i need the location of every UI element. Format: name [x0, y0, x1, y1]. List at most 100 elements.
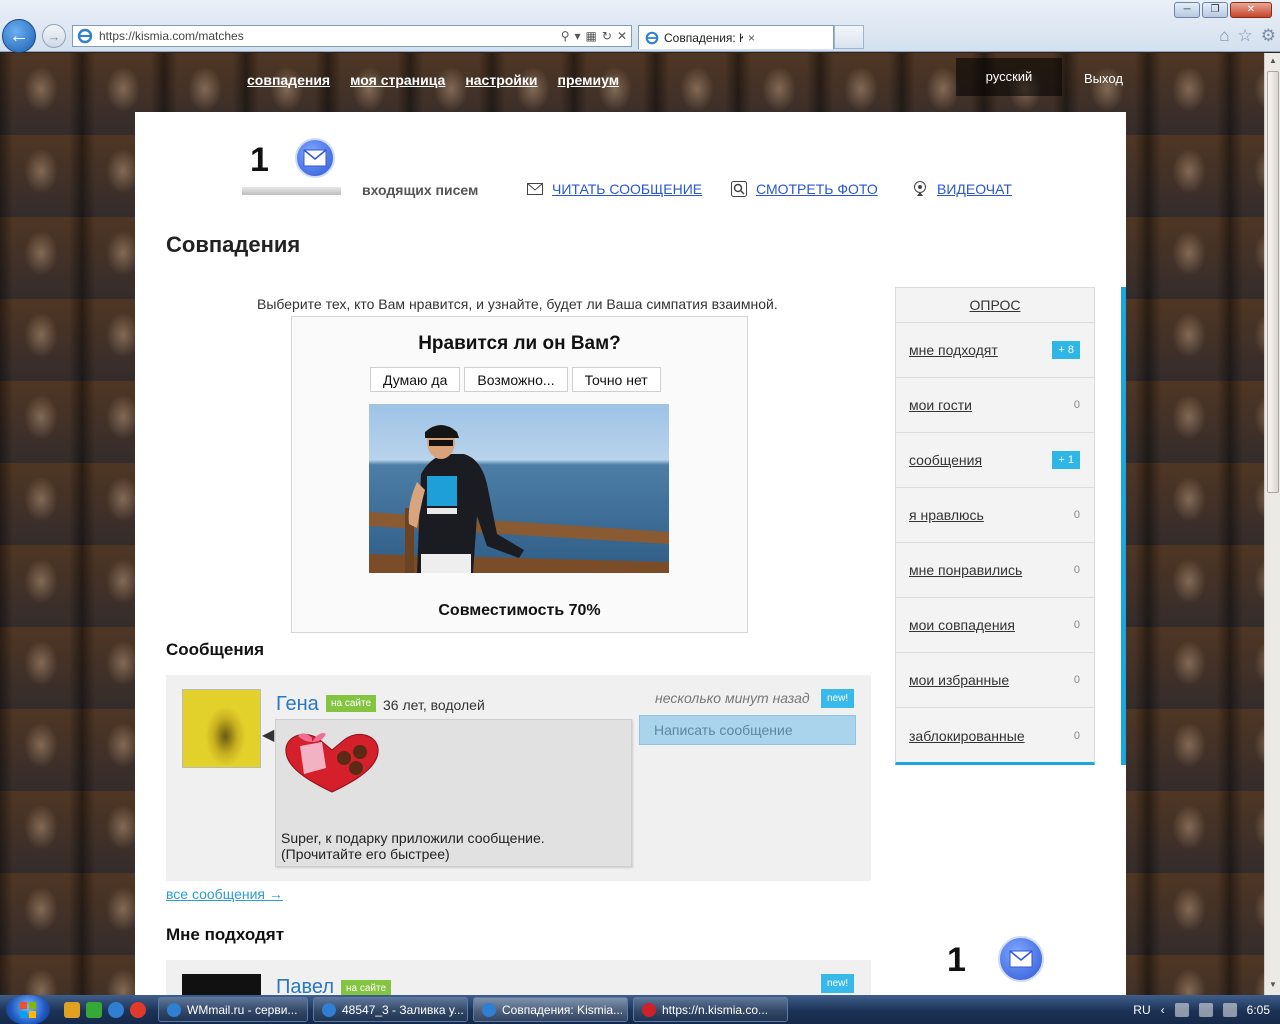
quiz-buttons: Думаю да Возможно... Точно нет [370, 367, 661, 392]
tab-kismia[interactable]: Совпадения: Kismia × [638, 25, 834, 49]
start-button[interactable] [6, 994, 50, 1024]
sidebar-item-my-matches[interactable]: мои совпадения 0 [896, 598, 1094, 653]
sidebar-item-liked-me[interactable]: я нравлюсь 0 [896, 488, 1094, 543]
message-item: Гена на сайте 36 лет, водолей несколько … [166, 675, 871, 881]
main-panel: 1 входящих писем ЧИТАТЬ СООБЩЕНИЕ СМОТРЕ… [135, 112, 1126, 995]
match-name[interactable]: Павел [276, 976, 334, 995]
nav-matches[interactable]: совпадения [247, 72, 330, 88]
yandex-icon[interactable] [130, 1001, 146, 1018]
webcam-icon [911, 181, 929, 197]
ie-tab-icon [645, 31, 659, 44]
home-icon[interactable]: ⌂ [1219, 26, 1229, 46]
sidebar-item-label[interactable]: мои избранные [909, 672, 1009, 688]
taskbar-item-kismia[interactable]: Совпадения: Kismia... [473, 997, 628, 1022]
clock[interactable]: 6:05 [1247, 1003, 1270, 1017]
compat-icon[interactable]: ▦ [586, 29, 597, 43]
count-badge: 0 [1073, 729, 1080, 742]
stop-icon[interactable]: ✕ [617, 29, 627, 43]
magnifier-icon [730, 181, 748, 197]
minimize-button[interactable]: ─ [1174, 2, 1200, 18]
sidebar: ОПРОС мне подходят + 8 мои гости 0 сообщ… [895, 287, 1095, 765]
count-badge: 0 [1073, 509, 1080, 521]
gear-icon[interactable]: ⚙ [1261, 26, 1276, 46]
ie-icon[interactable] [108, 1001, 124, 1018]
search-icon[interactable]: ⚲ [561, 29, 570, 43]
sidebar-item-messages[interactable]: сообщения + 1 [896, 433, 1094, 488]
address-url[interactable]: https://kismia.com/matches [99, 29, 561, 43]
count-badge: 0 [1073, 564, 1080, 576]
match-item: Павел на сайте new! [166, 960, 871, 995]
match-avatar[interactable] [182, 974, 261, 995]
sidebar-item-label[interactable]: мои совпадения [909, 617, 1015, 633]
language-selector[interactable]: русский [956, 58, 1062, 96]
volume-icon[interactable] [1222, 1002, 1237, 1017]
sidebar-item-i-liked[interactable]: мне понравились 0 [896, 543, 1094, 598]
videochat-label[interactable]: ВИДЕОЧАТ [937, 181, 1012, 197]
think-yes-button[interactable]: Думаю да [370, 367, 461, 392]
browser-chrome: ← → https://kismia.com/matches ⚲ ▾ ▦ ↻ ✕… [0, 0, 1280, 53]
count-badge: 0 [1073, 674, 1080, 686]
mail-envelope-icon[interactable] [295, 138, 335, 178]
sidebar-item-label[interactable]: мои гости [909, 397, 972, 413]
videochat-link[interactable]: ВИДЕОЧАТ [911, 181, 1012, 197]
nav-my-page[interactable]: моя страница [350, 72, 445, 88]
sidebar-item-blocked[interactable]: заблокированные 0 [896, 708, 1094, 763]
address-bar[interactable]: https://kismia.com/matches ⚲ ▾ ▦ ↻ ✕ [72, 25, 632, 47]
scroll-down-icon[interactable]: ▼ [1267, 980, 1279, 992]
online-badge: на сайте [326, 695, 377, 712]
mail-envelope-icon[interactable] [998, 936, 1044, 982]
logout-link[interactable]: Выход [1084, 71, 1123, 86]
online-badge: на сайте [341, 980, 392, 995]
scroll-thumb[interactable] [1267, 71, 1279, 493]
favorites-icon[interactable]: ☆ [1238, 26, 1253, 46]
language-indicator[interactable]: RU [1133, 1003, 1150, 1017]
sidebar-item-guests[interactable]: мои гости 0 [896, 378, 1094, 433]
all-messages-link[interactable]: все сообщения → [166, 886, 283, 902]
refresh-icon[interactable]: ↻ [602, 29, 612, 43]
back-button[interactable]: ← [2, 19, 36, 53]
tab-close-icon[interactable]: × [748, 31, 827, 45]
new-badge: new! [821, 974, 855, 993]
forward-button[interactable]: → [42, 24, 66, 48]
sender-avatar[interactable] [182, 689, 261, 768]
mail-label: входящих писем [362, 182, 479, 198]
view-photo-label[interactable]: СМОТРЕТЬ ФОТО [756, 181, 878, 197]
vertical-scrollbar[interactable]: ▲ ▼ [1264, 53, 1280, 995]
taskbar-item-fill[interactable]: 48547_3 - Заливка у... [313, 997, 468, 1022]
maximize-button[interactable]: ❐ [1202, 2, 1228, 18]
taskbar-item-opera[interactable]: https://n.kismia.co... [633, 997, 788, 1022]
sidebar-item-favorites[interactable]: мои избранные 0 [896, 653, 1094, 708]
envelope-icon [526, 181, 544, 197]
nav-premium[interactable]: премиум [558, 72, 620, 88]
sidebar-item-label[interactable]: мне понравились [909, 562, 1022, 578]
nav-settings[interactable]: настройки [465, 72, 537, 88]
network-icon[interactable] [1198, 1002, 1213, 1017]
read-message-label[interactable]: ЧИТАТЬ СООБЩЕНИЕ [552, 181, 702, 197]
profile-photo[interactable] [369, 404, 669, 573]
taskbar-item-wmmail[interactable]: WMmail.ru - серви... [158, 997, 308, 1022]
scroll-up-icon[interactable]: ▲ [1267, 56, 1279, 68]
sidebar-item-label[interactable]: заблокированные [909, 728, 1025, 744]
view-photo-link[interactable]: СМОТРЕТЬ ФОТО [730, 181, 878, 197]
media-player-icon[interactable] [64, 1001, 80, 1018]
window-close-button[interactable]: ✕ [1230, 2, 1272, 18]
count-badge: 0 [1073, 619, 1080, 631]
tray-expand-icon[interactable]: ‹ [1161, 1003, 1165, 1017]
definitely-not-button[interactable]: Точно нет [571, 367, 661, 392]
ie-icon [322, 1002, 336, 1017]
speaker-icon[interactable] [1174, 1002, 1189, 1017]
sidebar-item-label[interactable]: я нравлюсь [909, 507, 984, 523]
write-message-button[interactable]: Написать сообщение [639, 715, 856, 745]
read-message-link[interactable]: ЧИТАТЬ СООБЩЕНИЕ [526, 181, 702, 197]
dropdown-icon[interactable]: ▾ [575, 29, 581, 43]
new-tab-button[interactable] [834, 25, 864, 49]
sidebar-item-label[interactable]: мне подходят [909, 342, 998, 358]
app-icon[interactable] [86, 1001, 102, 1018]
message-text-line: (Прочитайте его быстрее) [281, 846, 450, 862]
poll-link[interactable]: ОПРОС [970, 297, 1021, 313]
sidebar-item-label[interactable]: сообщения [909, 452, 982, 468]
sidebar-item-suits-me[interactable]: мне подходят + 8 [896, 323, 1094, 378]
maybe-button[interactable]: Возможно... [464, 367, 568, 392]
sender-name[interactable]: Гена [276, 693, 319, 716]
message-bubble[interactable]: Super, к подарку приложили сообщение. (П… [275, 719, 632, 867]
